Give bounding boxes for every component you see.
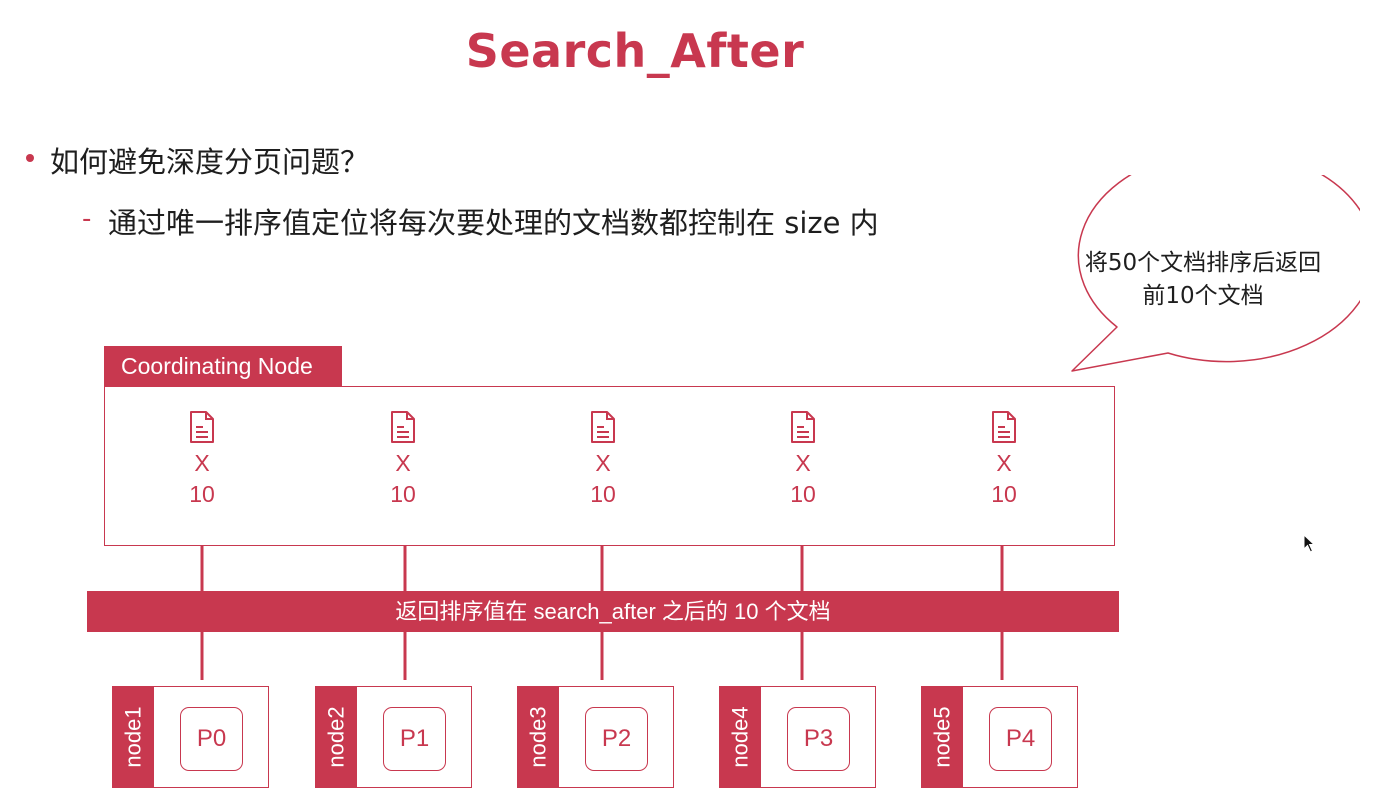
node-label-tab: node3 (518, 687, 559, 787)
multiply-label: X (795, 450, 811, 476)
shard-box: P1 (383, 707, 446, 771)
coord-column-1: X 10 (172, 410, 232, 510)
shard-box: P0 (180, 707, 243, 771)
node-label-tab: node5 (922, 687, 963, 787)
coordinating-node-label: Coordinating Node (104, 346, 342, 387)
data-node-2: node2 P1 (315, 686, 472, 788)
multiply-label: X (595, 450, 611, 476)
node-label-tab: node4 (720, 687, 761, 787)
data-node-3: node3 P2 (517, 686, 674, 788)
document-icon (791, 411, 815, 443)
mouse-cursor-icon (1303, 534, 1316, 553)
shard-box: P3 (787, 707, 850, 771)
doc-count: 10 (790, 481, 816, 507)
node-label: node4 (727, 706, 753, 768)
shard-box: P4 (989, 707, 1052, 771)
coord-column-4: X 10 (773, 410, 833, 510)
document-icon (190, 411, 214, 443)
doc-count: 10 (991, 481, 1017, 507)
doc-count: 10 (189, 481, 215, 507)
coord-column-2: X 10 (373, 410, 433, 510)
node-label-tab: node2 (316, 687, 357, 787)
multiply-label: X (395, 450, 411, 476)
node-label-tab: node1 (113, 687, 154, 787)
data-node-1: node1 P0 (112, 686, 269, 788)
shard-box: P2 (585, 707, 648, 771)
coord-column-5: X 10 (974, 410, 1034, 510)
document-icon (391, 411, 415, 443)
data-node-4: node4 P3 (719, 686, 876, 788)
node-label: node2 (323, 706, 349, 768)
multiply-label: X (996, 450, 1012, 476)
data-node-5: node5 P4 (921, 686, 1078, 788)
node-label: node3 (525, 706, 551, 768)
node-label: node1 (120, 706, 146, 768)
multiply-label: X (194, 450, 210, 476)
node-label: node5 (929, 706, 955, 768)
doc-count: 10 (390, 481, 416, 507)
document-icon (591, 411, 615, 443)
search-after-band: 返回排序值在 search_after 之后的 10 个文档 (87, 591, 1119, 632)
doc-count: 10 (590, 481, 616, 507)
coord-column-3: X 10 (573, 410, 633, 510)
document-icon (992, 411, 1016, 443)
